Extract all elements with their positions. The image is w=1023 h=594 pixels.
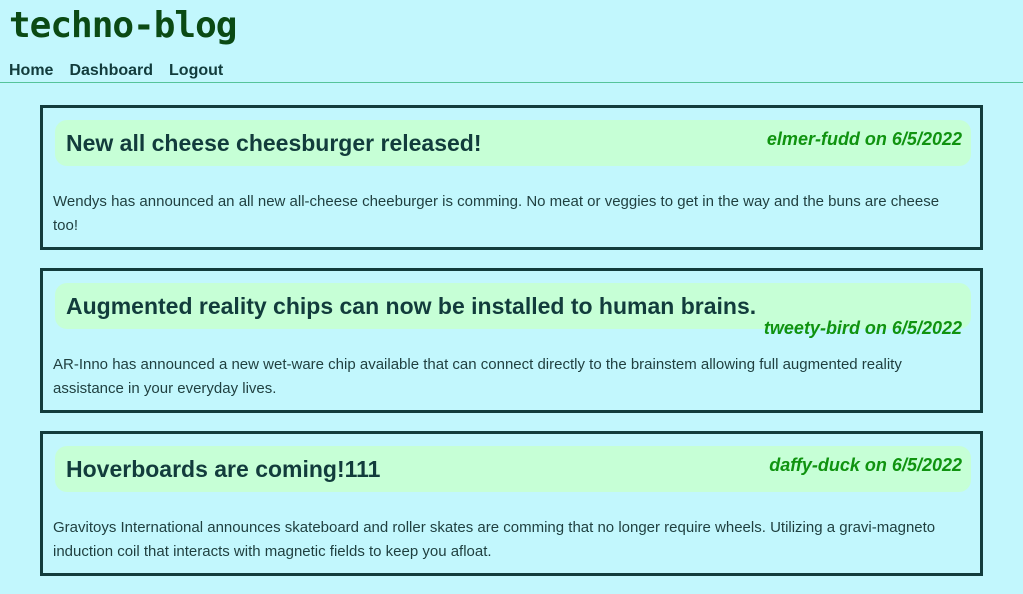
nav-dashboard-link[interactable]: Dashboard xyxy=(69,62,153,80)
site-logo: techno-blog xyxy=(9,5,237,46)
post-meta: daffy-duck on 6/5/2022 xyxy=(769,455,962,475)
post-header: Augmented reality chips can now be insta… xyxy=(55,283,971,338)
nav-home-link[interactable]: Home xyxy=(9,62,53,80)
post-meta: tweety-bird on 6/5/2022 xyxy=(763,318,962,338)
post-title[interactable]: New all cheese cheesburger released! xyxy=(66,130,482,157)
main-nav: Home Dashboard Logout xyxy=(9,62,223,80)
post-list: New all cheese cheesburger released! elm… xyxy=(40,105,983,594)
post-card[interactable]: New all cheese cheesburger released! elm… xyxy=(40,105,983,250)
nav-logout-link[interactable]: Logout xyxy=(169,62,223,80)
post-card[interactable]: Hoverboards are coming!111 daffy-duck on… xyxy=(40,431,983,576)
post-body: Wendys has announced an all new all-chee… xyxy=(53,193,940,234)
site-header: techno-blog Home Dashboard Logout xyxy=(0,0,1023,83)
post-title[interactable]: Hoverboards are coming!111 xyxy=(66,456,380,483)
post-meta: elmer-fudd on 6/5/2022 xyxy=(766,129,962,149)
post-title[interactable]: Augmented reality chips can now be insta… xyxy=(66,293,756,320)
post-body: Gravitoys International announces skateb… xyxy=(53,519,936,560)
post-card[interactable]: Augmented reality chips can now be insta… xyxy=(40,268,983,413)
post-header: Hoverboards are coming!111 daffy-duck on… xyxy=(55,446,971,492)
post-body: AR-Inno has announced a new wet-ware chi… xyxy=(53,356,902,397)
post-header: New all cheese cheesburger released! elm… xyxy=(55,120,971,166)
